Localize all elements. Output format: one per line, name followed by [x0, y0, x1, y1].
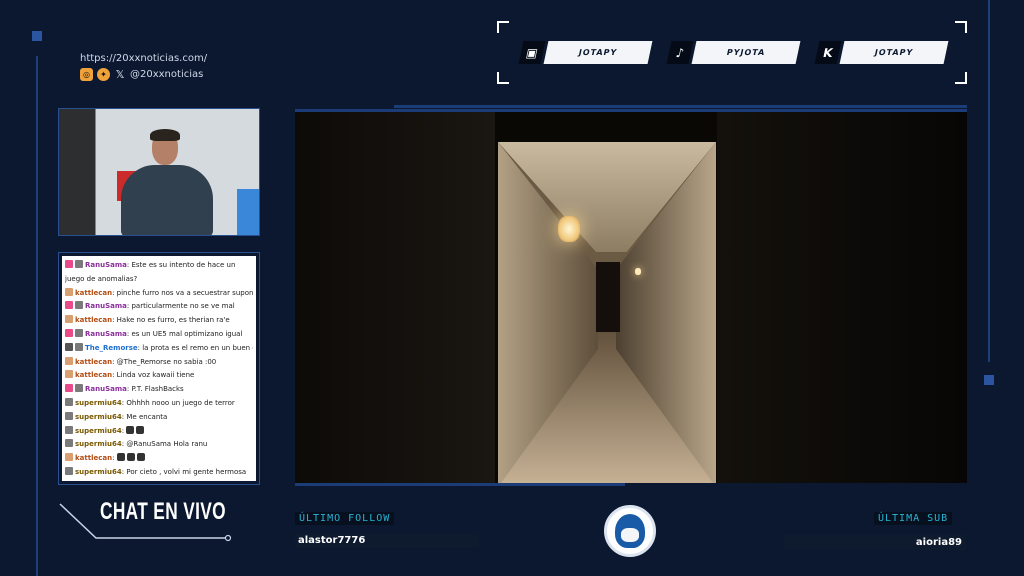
platform-twitch[interactable]: ▣ JOTAPY	[518, 41, 653, 64]
chat-message: RanuSama: P.T. FlashBacks	[65, 383, 253, 397]
platform-label: PYJOTA	[691, 41, 801, 64]
chat-message: RanuSama: Este es su intento de hace un …	[65, 260, 236, 283]
chat-message: kattlecan: Hake no es furro, es therian …	[65, 314, 253, 328]
chat-message: kattlecan: pinche furro nos va a secuest…	[65, 287, 253, 301]
social-info: https://20xxnoticias.com/ ◎ ✦ 𝕏 @20xxnot…	[80, 53, 207, 81]
chat-message: supermiu64:	[65, 425, 253, 439]
instagram-icon[interactable]: ◎	[80, 68, 93, 81]
last-sub-name: aioria89	[915, 537, 962, 548]
lamp-icon	[635, 268, 641, 275]
last-follow-label: ÚLTIMO FOLLOW	[295, 512, 395, 525]
website-url[interactable]: https://20xxnoticias.com/	[80, 53, 207, 64]
chat-message: supermiu64: @RanuSama Hola ranu	[65, 438, 253, 452]
frame-corner	[497, 21, 509, 33]
lamp-icon	[558, 216, 580, 242]
frame-corner	[497, 72, 509, 84]
chat-title: CHAT EN VIVO	[100, 498, 226, 525]
game-view	[295, 109, 967, 483]
frame-corner	[955, 21, 967, 33]
channel-avatar	[604, 505, 656, 557]
frame-corner	[955, 72, 967, 84]
emote-icon	[136, 425, 145, 434]
chat-message: RanuSama: particularmente no se ve mal	[65, 300, 253, 314]
chat-panel[interactable]: RanuSama: Este es su intento de hace un …	[62, 256, 256, 481]
last-sub-label: ÚLTIMA SUB	[874, 512, 953, 525]
corridor-scene	[498, 142, 716, 483]
top-left-square	[32, 31, 42, 41]
chat-message: supermiu64: Por cieto , volvi mi gente h…	[65, 466, 253, 480]
platform-tiktok[interactable]: ♪ PYJOTA	[666, 41, 801, 64]
chat-message: The_Remorse: la prota es el remo en un b…	[65, 342, 253, 356]
right-border-line	[988, 0, 990, 362]
x-icon[interactable]: 𝕏	[114, 68, 126, 81]
bluesky-icon[interactable]: ✦	[97, 68, 110, 81]
chat-message: kattlecan: Linda voz kawaii tiene	[65, 369, 253, 383]
last-follow-name: alastor7776	[298, 535, 366, 546]
emote-icon	[126, 453, 135, 462]
chat-message: kattlecan: @The_Remorse no sabia :00	[65, 356, 253, 370]
platform-kick[interactable]: K JOTAPY	[814, 41, 949, 64]
emote-icon	[116, 453, 125, 462]
chat-message: RanuSama: es un UE5 mal optimizano igual	[65, 328, 253, 342]
webcam-feed	[58, 108, 260, 236]
platform-label: JOTAPY	[543, 41, 653, 64]
game-bottom-line	[295, 483, 625, 486]
right-square	[984, 375, 994, 385]
kick-icon: K	[814, 41, 842, 64]
chat-message: kattlecan:	[65, 452, 253, 466]
social-handle: @20xxnoticias	[130, 69, 204, 80]
emote-icon	[136, 453, 145, 462]
chat-message: supermiu64: Ohhhh nooo un juego de terro…	[65, 397, 253, 411]
chat-message: supermiu64: Me encanta	[65, 411, 253, 425]
mascot-icon	[615, 514, 645, 548]
top-accent-line	[394, 105, 967, 108]
platform-panel: ▣ JOTAPY ♪ PYJOTA K JOTAPY	[497, 21, 967, 84]
platform-label: JOTAPY	[839, 41, 949, 64]
twitch-icon: ▣	[518, 41, 546, 64]
emote-icon	[126, 425, 135, 434]
tiktok-icon: ♪	[666, 41, 694, 64]
left-border-line	[36, 56, 38, 576]
